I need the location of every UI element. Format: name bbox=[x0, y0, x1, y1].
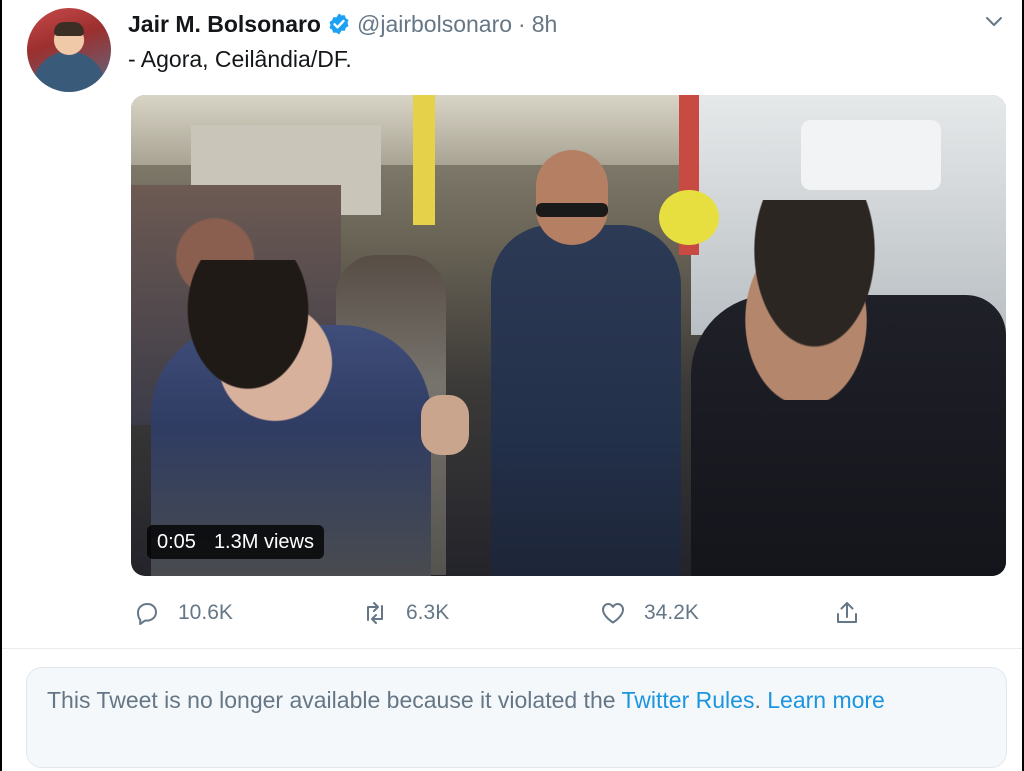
reply-count: 10.6K bbox=[178, 601, 233, 624]
tweet-actions: 10.6K 6.3K 34.2K bbox=[132, 596, 872, 630]
notice-text-after: . bbox=[754, 687, 768, 713]
notice-text: This Tweet is no longer available becaus… bbox=[47, 687, 622, 713]
video-frame-head-center bbox=[536, 150, 608, 245]
video-stats-badge: 0:05 1.3M views bbox=[147, 525, 324, 559]
video-frame-head-right bbox=[721, 200, 891, 400]
tweet-frame: Jair M. Bolsonaro @jairbolsonaro · 8h - … bbox=[2, 0, 1022, 771]
like-button[interactable]: 34.2K bbox=[598, 596, 699, 630]
video-duration: 0:05 bbox=[157, 530, 196, 553]
video-frame-glasses-center bbox=[536, 203, 608, 217]
learn-more-link[interactable]: Learn more bbox=[767, 687, 885, 713]
video-player[interactable]: 0:05 1.3M views bbox=[131, 95, 1006, 576]
verified-badge-icon bbox=[327, 12, 351, 36]
like-icon bbox=[602, 603, 624, 624]
divider bbox=[2, 648, 1022, 649]
tweet-unavailable-notice: This Tweet is no longer available becaus… bbox=[26, 667, 1007, 768]
twitter-rules-link[interactable]: Twitter Rules bbox=[622, 687, 755, 713]
reply-icon bbox=[137, 603, 157, 625]
video-views: 1.3M views bbox=[213, 530, 314, 553]
avatar-hair bbox=[54, 22, 84, 36]
retweet-button[interactable]: 6.3K bbox=[360, 596, 449, 630]
share-icon bbox=[837, 602, 857, 623]
chevron-down-icon[interactable] bbox=[983, 10, 1005, 32]
tweet-text: - Agora, Ceilândia/DF. bbox=[128, 46, 352, 72]
tweet-header: Jair M. Bolsonaro @jairbolsonaro · 8h bbox=[128, 9, 557, 39]
like-count: 34.2K bbox=[644, 601, 699, 624]
display-name[interactable]: Jair M. Bolsonaro bbox=[128, 11, 321, 38]
handle[interactable]: @jairbolsonaro bbox=[357, 11, 512, 38]
time-separator: · bbox=[518, 10, 526, 37]
retweet-icon bbox=[367, 602, 383, 624]
tweet[interactable]: Jair M. Bolsonaro @jairbolsonaro · 8h - … bbox=[2, 0, 1022, 648]
video-frame-balloons bbox=[659, 190, 719, 245]
timestamp[interactable]: 8h bbox=[532, 11, 558, 38]
video-frame-person-center bbox=[491, 225, 681, 576]
video-frame-fist bbox=[421, 395, 469, 455]
video-frame bbox=[131, 95, 1006, 576]
retweet-count: 6.3K bbox=[406, 601, 450, 624]
video-frame-head-left bbox=[176, 260, 336, 425]
reply-button[interactable]: 10.6K bbox=[132, 596, 233, 630]
video-frame-yellow-item bbox=[413, 95, 435, 225]
avatar[interactable] bbox=[27, 8, 111, 92]
video-frame-car bbox=[801, 120, 941, 190]
share-button[interactable] bbox=[832, 596, 862, 630]
